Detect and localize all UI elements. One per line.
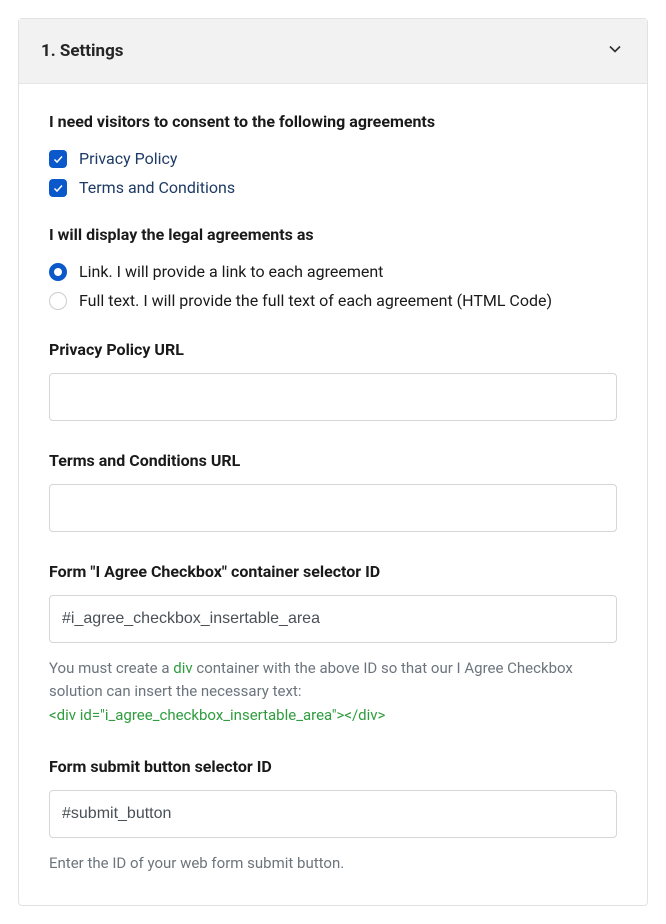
submit-id-help: Enter the ID of your web form submit but… — [49, 852, 617, 875]
display-option: Full text. I will provide the full text … — [49, 291, 617, 310]
submit-id-label: Form submit button selector ID — [49, 757, 617, 776]
panel-header[interactable]: 1. Settings — [19, 19, 647, 84]
settings-panel: 1. Settings I need visitors to consent t… — [18, 18, 648, 906]
panel-body: I need visitors to consent to the follow… — [19, 84, 647, 905]
display-option: Link. I will provide a link to each agre… — [49, 262, 617, 281]
container-id-input[interactable] — [49, 595, 617, 643]
privacy-url-label: Privacy Policy URL — [49, 340, 617, 359]
display-link-radio[interactable] — [49, 263, 67, 281]
consent-item: Terms and Conditions — [49, 178, 617, 197]
display-heading: I will display the legal agreements as — [49, 225, 617, 244]
terms-checkbox[interactable] — [49, 179, 67, 197]
check-icon — [52, 153, 64, 165]
privacy-policy-label[interactable]: Privacy Policy — [79, 149, 178, 168]
div-keyword: div — [173, 659, 192, 677]
consent-item: Privacy Policy — [49, 149, 617, 168]
terms-url-label: Terms and Conditions URL — [49, 451, 617, 470]
container-id-help: You must create a div container with the… — [49, 657, 617, 727]
chevron-down-icon — [605, 39, 625, 63]
privacy-url-input[interactable] — [49, 373, 617, 421]
container-id-label: Form "I Agree Checkbox" container select… — [49, 562, 617, 581]
terms-url-input[interactable] — [49, 484, 617, 532]
display-fulltext-radio[interactable] — [49, 292, 67, 310]
terms-label[interactable]: Terms and Conditions — [79, 178, 235, 197]
code-snippet: <div id="i_agree_checkbox_insertable_are… — [49, 706, 385, 724]
submit-id-input[interactable] — [49, 790, 617, 838]
privacy-policy-checkbox[interactable] — [49, 150, 67, 168]
display-link-label[interactable]: Link. I will provide a link to each agre… — [79, 262, 383, 281]
consent-heading: I need visitors to consent to the follow… — [49, 112, 617, 131]
display-fulltext-label[interactable]: Full text. I will provide the full text … — [79, 291, 552, 310]
check-icon — [52, 182, 64, 194]
panel-title: 1. Settings — [41, 41, 124, 61]
